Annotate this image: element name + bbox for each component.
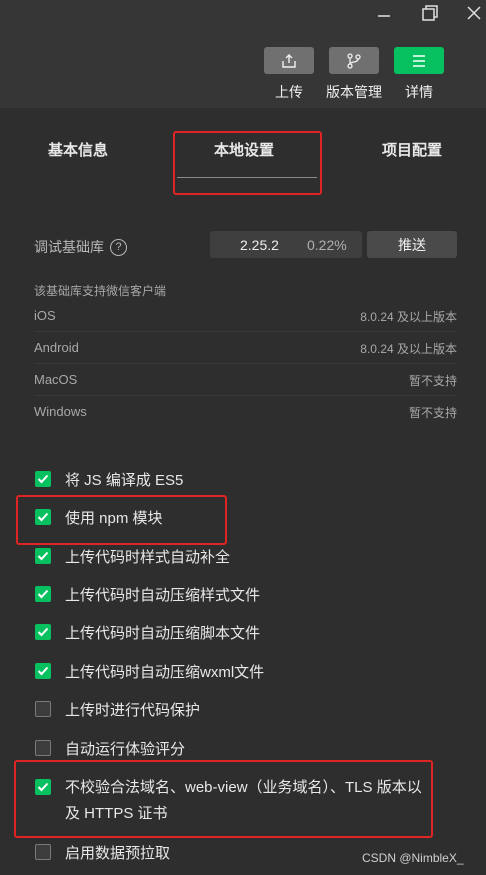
client-row-macos: MacOS 暂不支持 [34,364,457,396]
tab-project-config[interactable]: 项目配置 [382,139,442,160]
client-row-ios: iOS 8.0.24 及以上版本 [34,300,457,332]
checkbox-checked-icon[interactable] [35,586,51,602]
checkbox-unchecked-icon[interactable] [35,844,51,860]
option-use-npm[interactable]: 使用 npm 模块 [35,506,163,528]
upload-button[interactable] [264,47,314,74]
checkbox-checked-icon[interactable] [35,624,51,640]
option-label: 启用数据预拉取 [65,844,171,862]
option-label: 将 JS 编译成 ES5 [65,471,184,489]
client-name: MacOS [34,372,78,387]
checkbox-unchecked-icon[interactable] [35,740,51,756]
option-js-to-es5[interactable]: 将 JS 编译成 ES5 [35,468,183,490]
lib-version-value: 2.25.2 [240,237,279,253]
close-icon[interactable] [456,0,486,26]
upload-label[interactable]: 上传 [264,82,314,102]
checkbox-checked-icon[interactable] [35,663,51,679]
option-auto-audit[interactable]: 自动运行体验评分 [35,737,185,759]
option-label: 自动运行体验评分 [65,740,186,758]
minimize-icon[interactable] [366,0,402,26]
client-row-android: Android 8.0.24 及以上版本 [34,332,457,364]
details-button[interactable] [394,47,444,74]
branch-icon [347,52,361,69]
top-toolbar: 上传 版本管理 详情 [0,0,486,108]
option-label: 上传时进行代码保护 [65,701,201,719]
support-note: 该基础库支持微信客户端 [34,284,167,298]
lib-version-percent: 0.22% [307,237,347,253]
option-code-protect[interactable]: 上传时进行代码保护 [35,698,200,720]
client-version: 暂不支持 [408,406,457,420]
restore-icon[interactable] [412,0,448,26]
checkbox-checked-icon[interactable] [35,509,51,525]
client-name: Android [34,340,79,355]
option-label: 不校验合法域名、web-view（业务域名）、TLS 版本以及 HTTPS 证书 [65,779,422,822]
client-version: 8.0.24 及以上版本 [360,310,457,324]
push-button[interactable]: 推送 [367,231,457,258]
client-name: iOS [34,308,56,323]
debug-lib-label: 调试基础库 ? [34,237,127,257]
client-name: Windows [34,404,87,419]
upload-icon [282,53,296,68]
tab-basic-info[interactable]: 基本信息 [48,139,108,160]
option-label: 上传代码时自动压缩脚本文件 [65,624,261,642]
option-label: 上传代码时自动压缩样式文件 [65,586,261,604]
debug-lib-text: 调试基础库 [34,239,104,255]
option-data-prefetch[interactable]: 启用数据预拉取 [35,841,170,863]
lib-version-select[interactable]: 2.25.2 0.22% [210,231,362,258]
client-version: 暂不支持 [408,374,457,388]
option-minify-style[interactable]: 上传代码时自动压缩样式文件 [35,583,260,605]
option-minify-wxml[interactable]: 上传代码时自动压缩wxml文件 [35,660,264,682]
option-style-autocomplete[interactable]: 上传代码时样式自动补全 [35,545,230,567]
details-label[interactable]: 详情 [394,82,444,102]
option-label: 上传代码时样式自动补全 [65,548,231,566]
version-management-label[interactable]: 版本管理 [322,82,386,102]
settings-tabs: 基本信息 本地设置 项目配置 [0,108,486,196]
active-tab-indicator [177,177,317,178]
option-label: 使用 npm 模块 [65,509,163,527]
checkbox-checked-icon[interactable] [35,548,51,564]
menu-icon [413,54,425,67]
client-version: 8.0.24 及以上版本 [360,342,457,356]
tab-local-settings[interactable]: 本地设置 [214,139,274,160]
client-row-windows: Windows 暂不支持 [34,396,457,428]
option-label: 上传代码时自动压缩wxml文件 [65,663,265,681]
checkbox-checked-icon[interactable] [35,471,51,487]
watermark: CSDN @NimbleX_ [362,851,464,865]
option-minify-script[interactable]: 上传代码时自动压缩脚本文件 [35,621,260,643]
version-management-button[interactable] [329,47,379,74]
help-icon[interactable]: ? [110,238,127,256]
checkbox-unchecked-icon[interactable] [35,701,51,717]
checkbox-checked-icon[interactable] [35,779,51,795]
